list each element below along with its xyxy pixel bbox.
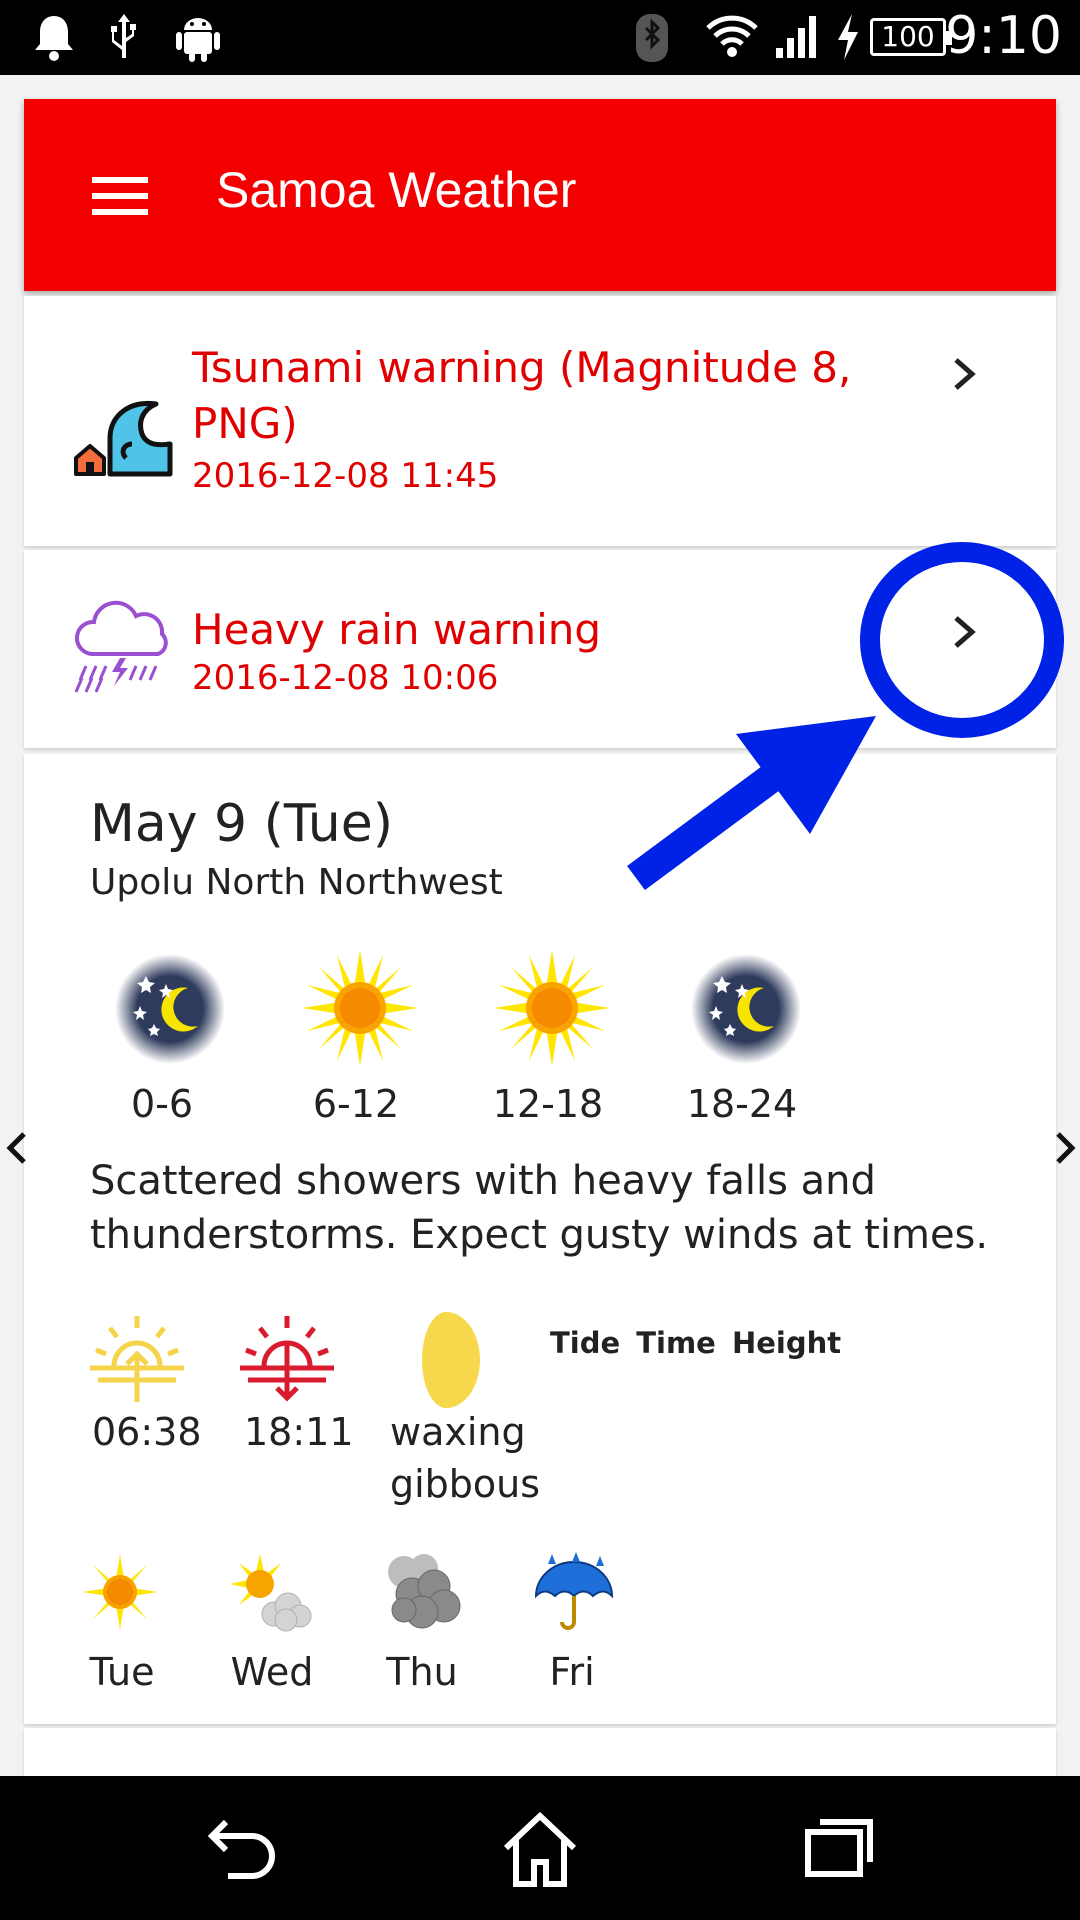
recent-apps-icon[interactable] [802, 1810, 878, 1886]
sunset-time: 18:11 [244, 1410, 354, 1454]
home-icon[interactable] [500, 1810, 580, 1890]
cloudy-icon [388, 1554, 461, 1629]
warning-title: Tsunami warning (Magnitude 8, [192, 343, 852, 392]
period-label: 12-18 [492, 1082, 604, 1126]
app-title: Samoa Weather [216, 162, 577, 218]
sunny-icon [82, 1554, 158, 1630]
moon-phase-label: waxing gibbous [390, 1410, 541, 1506]
clear-night-icon [691, 954, 801, 1064]
usb-icon [111, 14, 136, 58]
tsunami-icon [74, 400, 173, 477]
moon-phase-icon [422, 1312, 480, 1408]
warning-title: Heavy rain warning [192, 605, 602, 654]
day-label: Wed [230, 1650, 314, 1694]
wifi-icon [706, 15, 758, 57]
previous-day-arrow-icon[interactable] [0, 1128, 36, 1168]
bell-icon [35, 16, 73, 61]
warning-timestamp: 2016-12-08 10:06 [192, 658, 499, 698]
warning-title-continued: PNG) [192, 399, 298, 448]
period-label: 0-6 [130, 1082, 194, 1126]
back-icon[interactable] [204, 1810, 280, 1886]
battery-indicator: 100 [870, 18, 952, 56]
day-label: Fri [549, 1650, 595, 1694]
android-icon [176, 18, 220, 62]
clear-night-icon [115, 954, 225, 1064]
tide-table-header: Tide Time Height [550, 1326, 842, 1360]
bluetooth-icon [636, 14, 668, 62]
forecast-text: Scattered showers with heavy falls and t… [90, 1158, 989, 1258]
chevron-right-icon[interactable] [944, 612, 984, 652]
sunny-icon [494, 950, 610, 1066]
forecast-card: May 9 (Tue) Upolu North Northwest 0-6 6-… [24, 754, 1056, 1724]
status-bar: 100 9:10 [0, 0, 1080, 75]
clock: 9:10 [945, 6, 1062, 66]
navigation-bar [0, 1776, 1080, 1920]
sunrise-time: 06:38 [92, 1410, 202, 1454]
signal-icon [776, 16, 816, 58]
next-day-arrow-icon[interactable] [1048, 1128, 1080, 1168]
app-bar: Samoa Weather [24, 99, 1056, 291]
period-label: 18-24 [686, 1082, 798, 1126]
day-label: Tue [89, 1650, 155, 1694]
next-card [24, 1728, 1056, 1778]
rain-umbrella-icon [534, 1552, 614, 1630]
charging-icon [838, 14, 858, 60]
partly-cloudy-icon [230, 1554, 312, 1632]
chevron-right-icon[interactable] [944, 354, 984, 394]
forecast-region: Upolu North Northwest [90, 862, 503, 903]
hamburger-menu-icon[interactable] [92, 177, 148, 215]
day-label: Thu [386, 1650, 458, 1694]
heavy-rain-warning-card[interactable]: Heavy rain warning 2016-12-08 10:06 [24, 550, 1056, 748]
heavy-rain-icon [74, 600, 168, 693]
forecast-date: May 9 (Tue) [90, 794, 394, 854]
warning-timestamp: 2016-12-08 11:45 [192, 456, 499, 496]
sunny-icon [302, 950, 418, 1066]
period-label: 6-12 [312, 1082, 400, 1126]
sunset-icon [240, 1316, 334, 1402]
sunrise-icon [90, 1316, 184, 1402]
tsunami-warning-card[interactable]: Tsunami warning (Magnitude 8, PNG) 2016-… [24, 296, 1056, 546]
